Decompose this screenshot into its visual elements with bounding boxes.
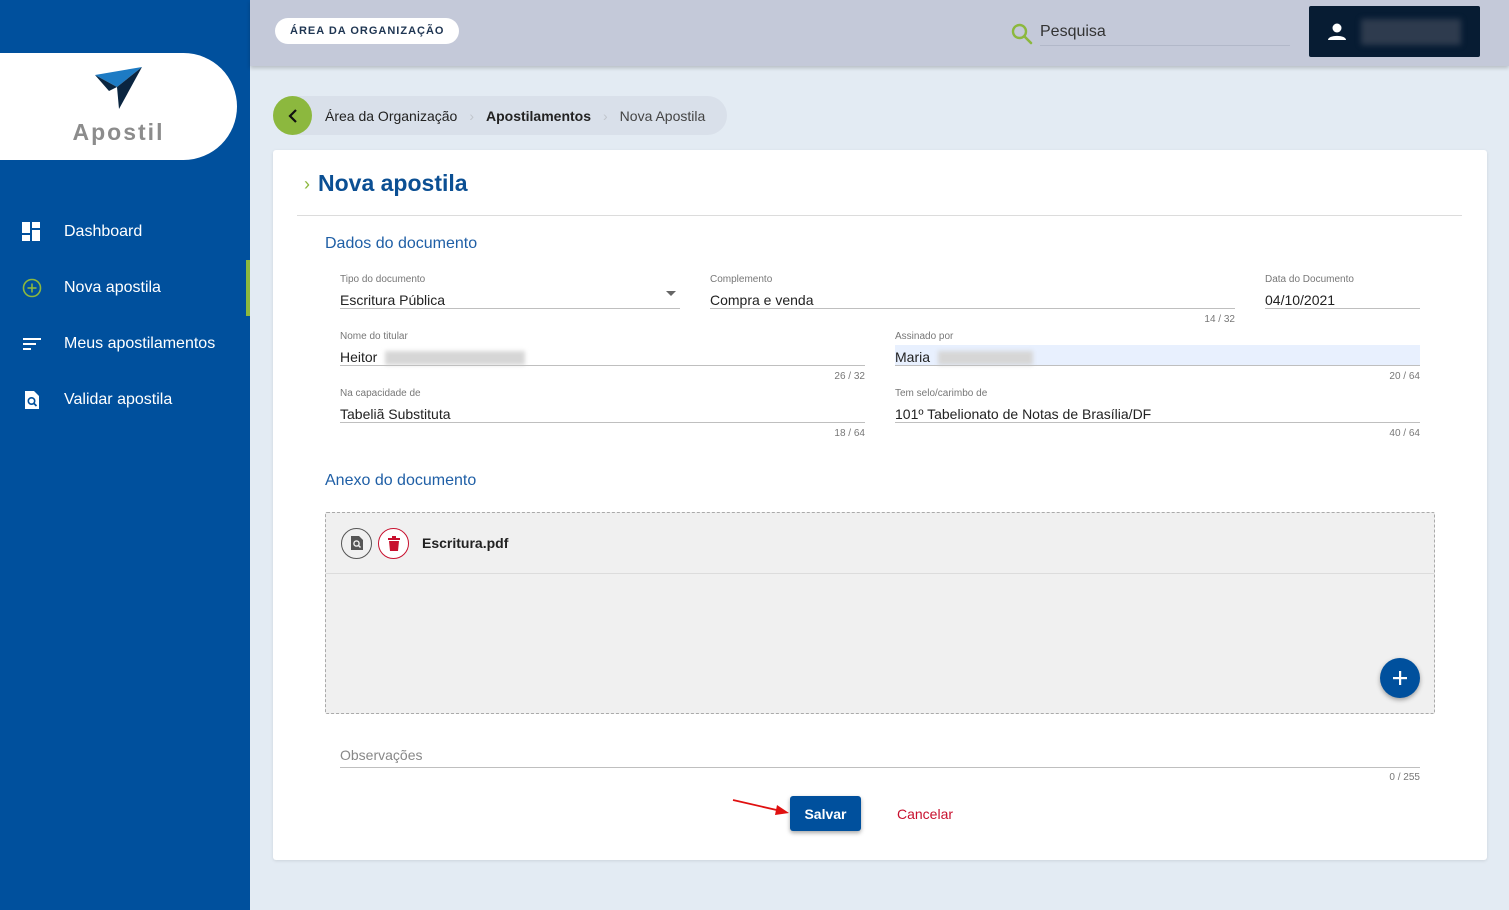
- breadcrumb: Área da Organização › Apostilamentos › N…: [273, 96, 728, 135]
- list-icon: [22, 334, 42, 354]
- field-underline: [895, 422, 1420, 423]
- app-name: Apostil: [72, 119, 165, 145]
- sidebar-item-label: Dashboard: [64, 223, 143, 240]
- chevron-left-icon: [287, 108, 297, 123]
- attachment-dropzone[interactable]: Escritura.pdf: [325, 512, 1435, 714]
- search-icon[interactable]: [1010, 22, 1034, 46]
- field-label: Tem selo/carimbo de: [895, 388, 988, 399]
- data-documento-field[interactable]: Data do Documento 04/10/2021: [1265, 274, 1420, 309]
- user-menu-button[interactable]: [1309, 6, 1480, 57]
- add-file-button[interactable]: [1380, 658, 1420, 698]
- sidebar-item-dashboard[interactable]: Dashboard: [0, 204, 250, 260]
- field-label: Data do Documento: [1265, 274, 1354, 285]
- nome-titular-field[interactable]: Nome do titular Heitor 26 / 32: [340, 331, 865, 382]
- field-label: Na capacidade de: [340, 388, 421, 399]
- complemento-field[interactable]: Complemento Compra e venda 14 / 32: [710, 274, 1235, 325]
- view-file-button[interactable]: [341, 527, 372, 559]
- chevron-right-icon: ›: [304, 174, 310, 194]
- char-counter: 0 / 255: [1389, 772, 1420, 783]
- user-icon: [1328, 23, 1346, 40]
- sidebar-item-nova-apostila[interactable]: Nova apostila: [0, 260, 250, 316]
- breadcrumb-org-area[interactable]: Área da Organização: [325, 108, 457, 124]
- section-title-attachment: Anexo do documento: [325, 472, 477, 489]
- trash-icon: [387, 535, 400, 551]
- search-document-icon: [22, 390, 42, 410]
- user-name-redacted: [1361, 18, 1461, 45]
- field-underline: [1265, 308, 1420, 309]
- preview-icon: [350, 536, 363, 550]
- field-label: Assinado por: [895, 331, 954, 342]
- char-counter: 26 / 32: [834, 371, 865, 382]
- page-title: Nova apostila: [318, 170, 468, 196]
- field-value: 101º Tabelionato de Notas de Brasília/DF: [895, 406, 1152, 422]
- assinado-por-field[interactable]: Assinado por Maria 20 / 64: [895, 331, 1420, 382]
- divider: [297, 215, 1462, 216]
- sidebar-item-label: Validar apostila: [64, 391, 173, 408]
- breadcrumb-current: Nova Apostila: [619, 107, 706, 124]
- top-bar: ÁREA DA ORGANIZAÇÃO: [250, 0, 1509, 66]
- selo-carimbo-field[interactable]: Tem selo/carimbo de 101º Tabelionato de …: [895, 388, 1420, 439]
- search-input[interactable]: [1040, 18, 1290, 46]
- sidebar: Apostil Dashboard Nova apostila Meus apo…: [0, 0, 250, 910]
- delete-file-button[interactable]: [378, 527, 409, 559]
- plus-icon: [1393, 671, 1407, 685]
- capacidade-field[interactable]: Na capacidade de Tabeliã Substituta 18 /…: [340, 388, 865, 439]
- sidebar-nav: Dashboard Nova apostila Meus apostilamen…: [0, 204, 250, 428]
- section-title-document: Dados do documento: [325, 235, 478, 252]
- sidebar-item-validar-apostila[interactable]: Validar apostila: [0, 372, 250, 428]
- field-value: 04/10/2021: [1265, 292, 1336, 308]
- annotation-arrow-icon: [732, 799, 789, 815]
- save-button[interactable]: Salvar: [790, 796, 861, 831]
- char-counter: 18 / 64: [834, 428, 865, 439]
- field-value: Compra e venda: [710, 292, 814, 308]
- sidebar-item-label: Nova apostila: [64, 279, 161, 296]
- field-label: Complemento: [710, 274, 773, 285]
- field-underline: [340, 365, 865, 366]
- back-button[interactable]: [273, 96, 312, 135]
- paper-plane-icon: [95, 67, 142, 109]
- field-underline: [895, 365, 1420, 366]
- sidebar-item-label: Meus apostilamentos: [64, 335, 216, 352]
- tipo-documento-select[interactable]: Tipo do documento Escritura Pública: [340, 274, 680, 309]
- dashboard-icon: [22, 222, 42, 242]
- attachment-file-row: Escritura.pdf: [326, 513, 1434, 574]
- redacted-text: [385, 351, 526, 366]
- form-card: › Nova apostila Dados do documento Tipo …: [273, 150, 1487, 860]
- file-name: Escritura.pdf: [422, 535, 509, 551]
- field-value: Heitor: [340, 349, 378, 365]
- field-value: Maria: [895, 349, 931, 365]
- dropdown-arrow-icon: [666, 291, 676, 296]
- breadcrumb-separator-icon: ›: [469, 107, 474, 124]
- redacted-text: [938, 351, 1034, 366]
- cancel-button[interactable]: Cancelar: [887, 796, 963, 831]
- field-underline: [340, 422, 865, 423]
- breadcrumb-separator-icon: ›: [603, 107, 608, 124]
- field-label: Nome do titular: [340, 331, 408, 342]
- field-underline: [710, 308, 1235, 309]
- breadcrumb-apostilamentos[interactable]: Apostilamentos: [486, 108, 591, 124]
- observacoes-field: 0 / 255: [340, 742, 1420, 783]
- org-area-chip[interactable]: ÁREA DA ORGANIZAÇÃO: [275, 18, 460, 44]
- char-counter: 20 / 64: [1389, 371, 1420, 382]
- field-value: Escritura Pública: [340, 292, 446, 308]
- field-underline: [340, 308, 680, 309]
- field-label: Tipo do documento: [340, 274, 426, 285]
- observacoes-input[interactable]: [340, 742, 1420, 768]
- char-counter: 40 / 64: [1389, 428, 1420, 439]
- char-counter: 14 / 32: [1204, 314, 1235, 325]
- page-title-row: › Nova apostila: [304, 170, 468, 197]
- logo[interactable]: Apostil: [0, 53, 237, 160]
- field-value: Tabeliã Substituta: [340, 406, 451, 422]
- sidebar-item-meus-apostilamentos[interactable]: Meus apostilamentos: [0, 316, 250, 372]
- add-circle-icon: [22, 278, 42, 298]
